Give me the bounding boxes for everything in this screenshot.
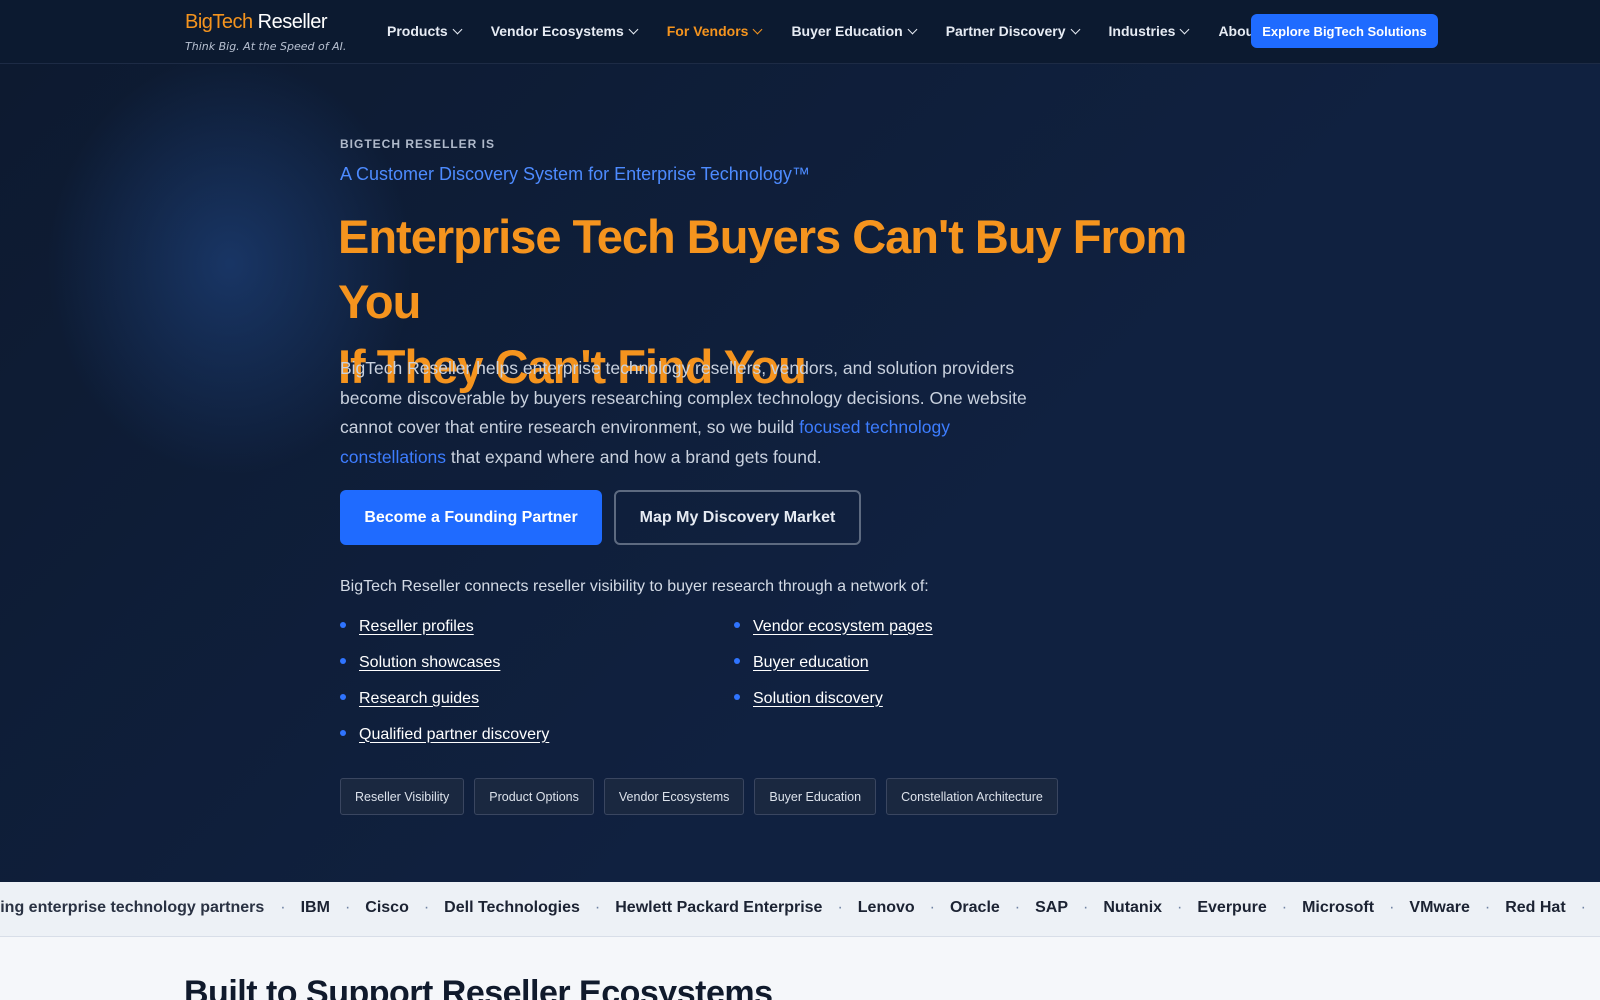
- nav-item-label: Products: [387, 23, 448, 39]
- chevron-down-icon: [752, 24, 763, 34]
- become-founding-partner-button[interactable]: Become a Founding Partner: [340, 490, 602, 545]
- brand-tagline: Think Big. At the Speed of AI.: [185, 40, 347, 53]
- network-link-item: Reseller profiles: [340, 616, 734, 637]
- brand-logo[interactable]: BigTech Reseller Think Big. At the Speed …: [185, 10, 346, 53]
- marquee-separator: ·: [280, 899, 286, 916]
- marquee-separator: ·: [837, 899, 843, 916]
- tag-reseller-visibility[interactable]: Reseller Visibility: [340, 778, 465, 815]
- bullet-icon: [734, 621, 740, 628]
- hero-section: BIGTECH RESELLER IS A Customer Discovery…: [0, 64, 1600, 882]
- network-link-buyer-education[interactable]: Buyer education: [753, 654, 869, 672]
- bullet-icon: [734, 693, 740, 700]
- marquee-separator: ·: [344, 899, 351, 916]
- partner-name-dell-technologies: Dell Technologies: [444, 899, 580, 916]
- nav-item-label: Industries: [1108, 23, 1176, 39]
- nav-item-buyer-education[interactable]: Buyer Education: [791, 20, 918, 42]
- marquee-separator: ·: [1083, 899, 1089, 916]
- paragraph-text-end: that expand where and how a brand gets f…: [446, 446, 822, 467]
- bullet-icon: [340, 693, 346, 700]
- network-links-list: Reseller profiles Vendor ecosystem pages S…: [340, 616, 1100, 745]
- partner-name-ibm: IBM: [300, 899, 330, 916]
- network-link-qualified-partner-discovery[interactable]: Qualified partner discovery: [359, 726, 549, 744]
- nav-item-label: For Vendors: [666, 23, 749, 39]
- bullet-icon: [340, 621, 346, 628]
- network-link-solution-discovery[interactable]: Solution discovery: [753, 690, 883, 708]
- partner-name-sap: SAP: [1035, 899, 1069, 916]
- chevron-down-icon: [452, 24, 463, 34]
- tag-vendor-ecosystems[interactable]: Vendor Ecosystems: [603, 778, 745, 815]
- nav-item-partner-discovery[interactable]: Partner Discovery: [945, 20, 1080, 42]
- network-link-reseller-profiles[interactable]: Reseller profiles: [359, 618, 474, 636]
- partner-name-red-hat: Red Hat: [1505, 899, 1566, 916]
- marquee-lead-text: ring enterprise technology partners: [0, 899, 265, 916]
- hero-eyebrow: BIGTECH RESELLER IS: [340, 137, 496, 151]
- marquee-separator: ·: [1014, 899, 1021, 916]
- network-link-research-guides[interactable]: Research guides: [359, 690, 479, 708]
- hero-paragraph: BigTech Reseller helps enterprise techno…: [340, 354, 1060, 472]
- partner-name-microsoft: Microsoft: [1302, 899, 1375, 916]
- hero-subtitle: A Customer Discovery System for Enterpri…: [340, 164, 810, 184]
- nav-item-vendor-ecosystems[interactable]: Vendor Ecosystems: [490, 20, 639, 42]
- marquee-separator: ·: [1177, 899, 1183, 916]
- marquee-separator: ·: [929, 899, 935, 916]
- partner-name-vmware: VMware: [1409, 899, 1470, 916]
- partner-name-oracle: Oracle: [949, 899, 1000, 916]
- nav-item-industries[interactable]: Industries: [1108, 20, 1190, 42]
- ecosystems-section: Built to Support Reseller Ecosystems: [0, 937, 1600, 1000]
- brand-name-part1: BigTech: [185, 11, 253, 33]
- brand-name-part2: Reseller: [257, 11, 328, 33]
- bullet-icon: [734, 657, 740, 664]
- bullet-icon: [340, 657, 346, 664]
- nav-menu: Products Vendor Ecosystems For Vendors Buye…: [387, 20, 1259, 42]
- chevron-down-icon: [1179, 24, 1190, 34]
- network-intro: BigTech Reseller connects reseller visib…: [340, 578, 929, 595]
- network-link-vendor-ecosystem-pages[interactable]: Vendor ecosystem pages: [753, 618, 933, 636]
- marquee-separator: ·: [594, 899, 601, 916]
- partner-name-cisco: Cisco: [365, 899, 409, 916]
- partner-marquee-track: ring enterprise technology partners · IBM…: [0, 899, 1600, 917]
- partner-name-nutanix: Nutanix: [1103, 899, 1163, 916]
- headline-line-1: Enterprise Tech Buyers Can't Buy From Yo…: [338, 210, 1187, 328]
- brand-name: BigTech Reseller: [185, 10, 346, 34]
- marquee-separator: ·: [1389, 899, 1395, 916]
- tag-product-options[interactable]: Product Options: [474, 778, 594, 815]
- network-link-item: Qualified partner discovery: [340, 724, 734, 745]
- tag-constellation-architecture[interactable]: Constellation Architecture: [886, 778, 1058, 815]
- section-title: Built to Support Reseller Ecosystems: [184, 974, 773, 1000]
- top-navigation: BigTech Reseller Think Big. At the Speed …: [0, 0, 1600, 64]
- marquee-separator: ·: [423, 899, 430, 916]
- network-link-item: Vendor ecosystem pages: [734, 616, 1094, 637]
- bullet-icon: [340, 729, 346, 736]
- network-link-item: Solution discovery: [734, 688, 1094, 709]
- network-link-item: Buyer education: [734, 652, 1094, 673]
- explore-solutions-button[interactable]: Explore BigTech Solutions: [1251, 14, 1438, 48]
- network-link-item: Research guides: [340, 688, 734, 709]
- nav-item-label: Partner Discovery: [945, 23, 1066, 39]
- chevron-down-icon: [907, 24, 918, 34]
- chevron-down-icon: [1070, 24, 1080, 34]
- partner-name-hewlett-packard-enterprise: Hewlett Packard Enterprise: [615, 899, 823, 916]
- nav-item-for-vendors[interactable]: For Vendors: [666, 20, 763, 42]
- nav-item-products[interactable]: Products: [387, 20, 463, 42]
- network-link-solution-showcases[interactable]: Solution showcases: [359, 654, 500, 672]
- network-link-item: Solution showcases: [340, 652, 734, 673]
- partner-marquee: ring enterprise technology partners · IBM…: [0, 882, 1600, 937]
- tag-buyer-education[interactable]: Buyer Education: [754, 778, 877, 815]
- chevron-down-icon: [628, 24, 639, 34]
- nav-item-label: Vendor Ecosystems: [490, 23, 624, 39]
- partner-name-everpure: Everpure: [1197, 899, 1267, 916]
- partner-name-lenovo: Lenovo: [857, 899, 915, 916]
- marquee-separator: ·: [1580, 899, 1586, 916]
- topic-tags: Reseller Visibility Product Options Vendor…: [340, 778, 1058, 815]
- marquee-separator: ·: [1484, 899, 1491, 916]
- marquee-separator: ·: [1281, 899, 1288, 916]
- nav-item-label: Buyer Education: [791, 23, 903, 39]
- map-discovery-market-button[interactable]: Map My Discovery Market: [614, 490, 861, 545]
